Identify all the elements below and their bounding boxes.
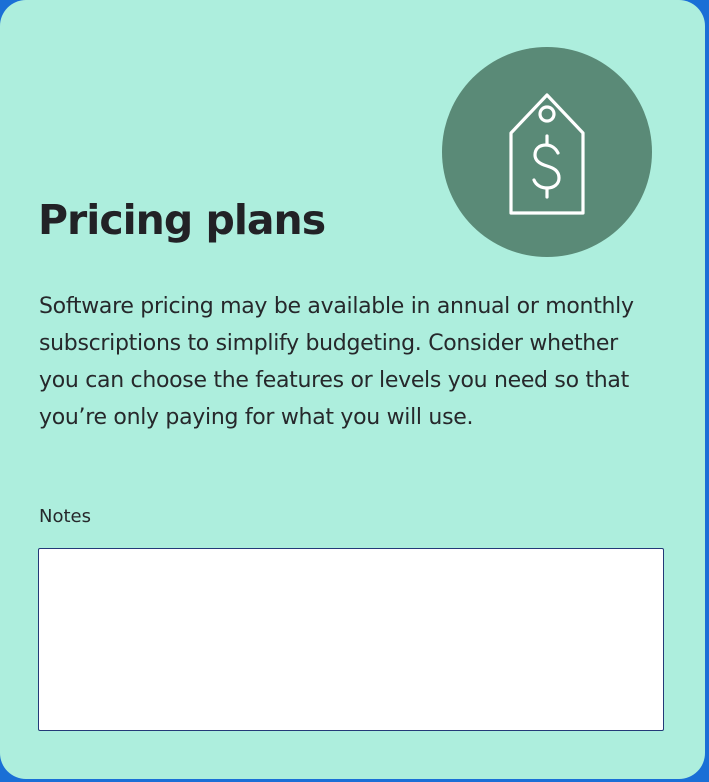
pricing-plans-card: Pricing plans Software pricing may be av… bbox=[0, 0, 705, 779]
notes-textarea[interactable] bbox=[38, 548, 664, 731]
price-tag-dollar-icon bbox=[509, 93, 585, 215]
card-description: Software pricing may be available in ann… bbox=[39, 294, 634, 430]
card-title: Pricing plans bbox=[38, 196, 326, 244]
notes-label: Notes bbox=[39, 506, 91, 527]
price-tag-icon-badge bbox=[442, 47, 652, 257]
